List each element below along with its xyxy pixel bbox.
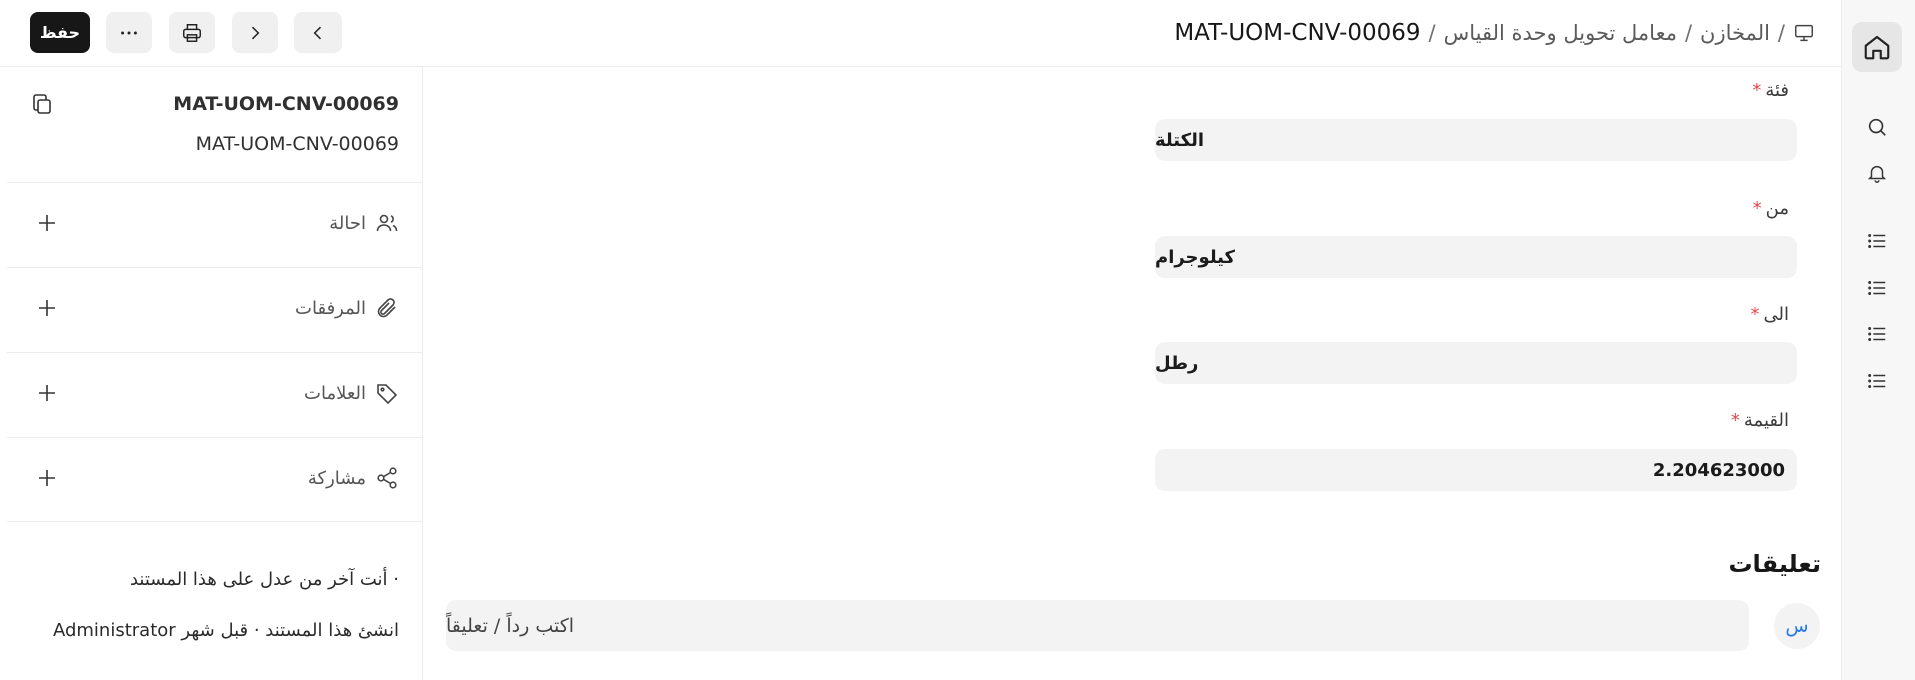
required-marker: * xyxy=(1750,304,1760,325)
sidebar-item-label: احالة xyxy=(329,213,366,234)
save-button[interactable]: حفظ xyxy=(30,12,90,53)
breadcrumb-separator: / xyxy=(1684,21,1693,45)
breadcrumb-separator: / xyxy=(1777,21,1785,45)
users-icon xyxy=(375,211,401,237)
copy-button[interactable] xyxy=(30,92,56,118)
plus-icon[interactable] xyxy=(35,296,61,322)
field-label-value: القيمة* xyxy=(1730,410,1789,431)
home-icon xyxy=(1864,35,1890,60)
list-icon xyxy=(1868,281,1886,295)
print-button[interactable] xyxy=(169,12,215,53)
comment-input[interactable]: اكتب رداً / تعليقاً xyxy=(446,600,1749,651)
doc-name-heading: MAT-UOM-CNV-00069 xyxy=(173,93,399,115)
comments-title: تعليقات xyxy=(1728,550,1821,578)
chevron-left-icon xyxy=(313,26,322,39)
category-field[interactable]: الكتلة xyxy=(1155,119,1797,161)
next-doc-button[interactable] xyxy=(232,12,278,53)
last-edited-note: أنت آخر من عدل على هذا المستند · xyxy=(129,569,399,590)
page-header: حفظ / المخازن / معامل تحويل وحدة القياس … xyxy=(0,0,1841,67)
bell-icon xyxy=(1867,165,1887,183)
sidebar-list-4[interactable] xyxy=(1864,368,1890,394)
breadcrumb-separator: / xyxy=(1428,21,1436,45)
sidebar-item-share[interactable]: مشاركة xyxy=(7,437,423,522)
doc-name: MAT-UOM-CNV-00069 xyxy=(195,133,399,155)
to-uom-field[interactable]: رطل xyxy=(1155,342,1797,384)
field-label-from: من* xyxy=(1752,198,1789,219)
breadcrumb-item-uom-conversion[interactable]: معامل تحويل وحدة القياس xyxy=(1444,21,1677,45)
from-uom-field[interactable]: كيلوجرام xyxy=(1155,236,1797,278)
list-icon xyxy=(1868,234,1886,248)
sidebar-item-label: المرفقات xyxy=(295,298,366,319)
field-label-category: فئة* xyxy=(1752,80,1789,101)
printer-icon xyxy=(183,23,201,42)
conversion-value-field[interactable]: 2.204623000 xyxy=(1155,449,1797,491)
field-label-to: الى* xyxy=(1750,304,1790,325)
search-icon xyxy=(1868,118,1886,136)
form-sidebar: MAT-UOM-CNV-00069 MAT-UOM-CNV-00069 احال… xyxy=(7,67,423,680)
sidebar-list-3[interactable] xyxy=(1864,321,1890,347)
list-icon xyxy=(1868,374,1886,388)
page-title: MAT-UOM-CNV-00069 xyxy=(1174,20,1421,46)
list-icon xyxy=(1868,327,1886,341)
sidebar-item-assign[interactable]: احالة xyxy=(7,182,423,267)
prev-doc-button[interactable] xyxy=(294,12,342,53)
sidebar-item-label: مشاركة xyxy=(307,468,366,489)
sidebar-list-1[interactable] xyxy=(1864,228,1890,254)
required-marker: * xyxy=(1730,410,1740,431)
sidebar-item-label: العلامات xyxy=(304,383,366,404)
app-rail xyxy=(1841,0,1915,680)
more-horizontal-icon xyxy=(121,31,137,34)
more-actions-button[interactable] xyxy=(106,12,152,53)
sidebar-list-2[interactable] xyxy=(1864,275,1890,301)
breadcrumb: / المخازن / معامل تحويل وحدة القياس / MA… xyxy=(1174,16,1815,50)
copy-icon xyxy=(33,94,51,114)
sidebar-item-tags[interactable]: العلامات xyxy=(7,352,423,437)
desktop-icon[interactable] xyxy=(1793,22,1815,44)
sidebar-item-attachments[interactable]: المرفقات xyxy=(7,267,423,352)
required-marker: * xyxy=(1752,80,1762,101)
required-marker: * xyxy=(1752,198,1762,219)
search-button[interactable] xyxy=(1864,114,1890,140)
share-icon xyxy=(375,466,401,492)
chevron-right-icon xyxy=(251,26,260,39)
paperclip-icon xyxy=(375,296,401,322)
notifications-button[interactable] xyxy=(1864,160,1890,186)
home-button[interactable] xyxy=(1852,22,1902,72)
plus-icon[interactable] xyxy=(35,211,61,237)
created-note: Administrator انشئ هذا المستند · قبل شهر xyxy=(52,620,399,641)
plus-icon[interactable] xyxy=(35,381,61,407)
breadcrumb-item-stock[interactable]: المخازن xyxy=(1700,21,1770,45)
tag-icon xyxy=(375,381,401,407)
plus-icon[interactable] xyxy=(35,466,61,492)
avatar: س xyxy=(1774,603,1820,649)
